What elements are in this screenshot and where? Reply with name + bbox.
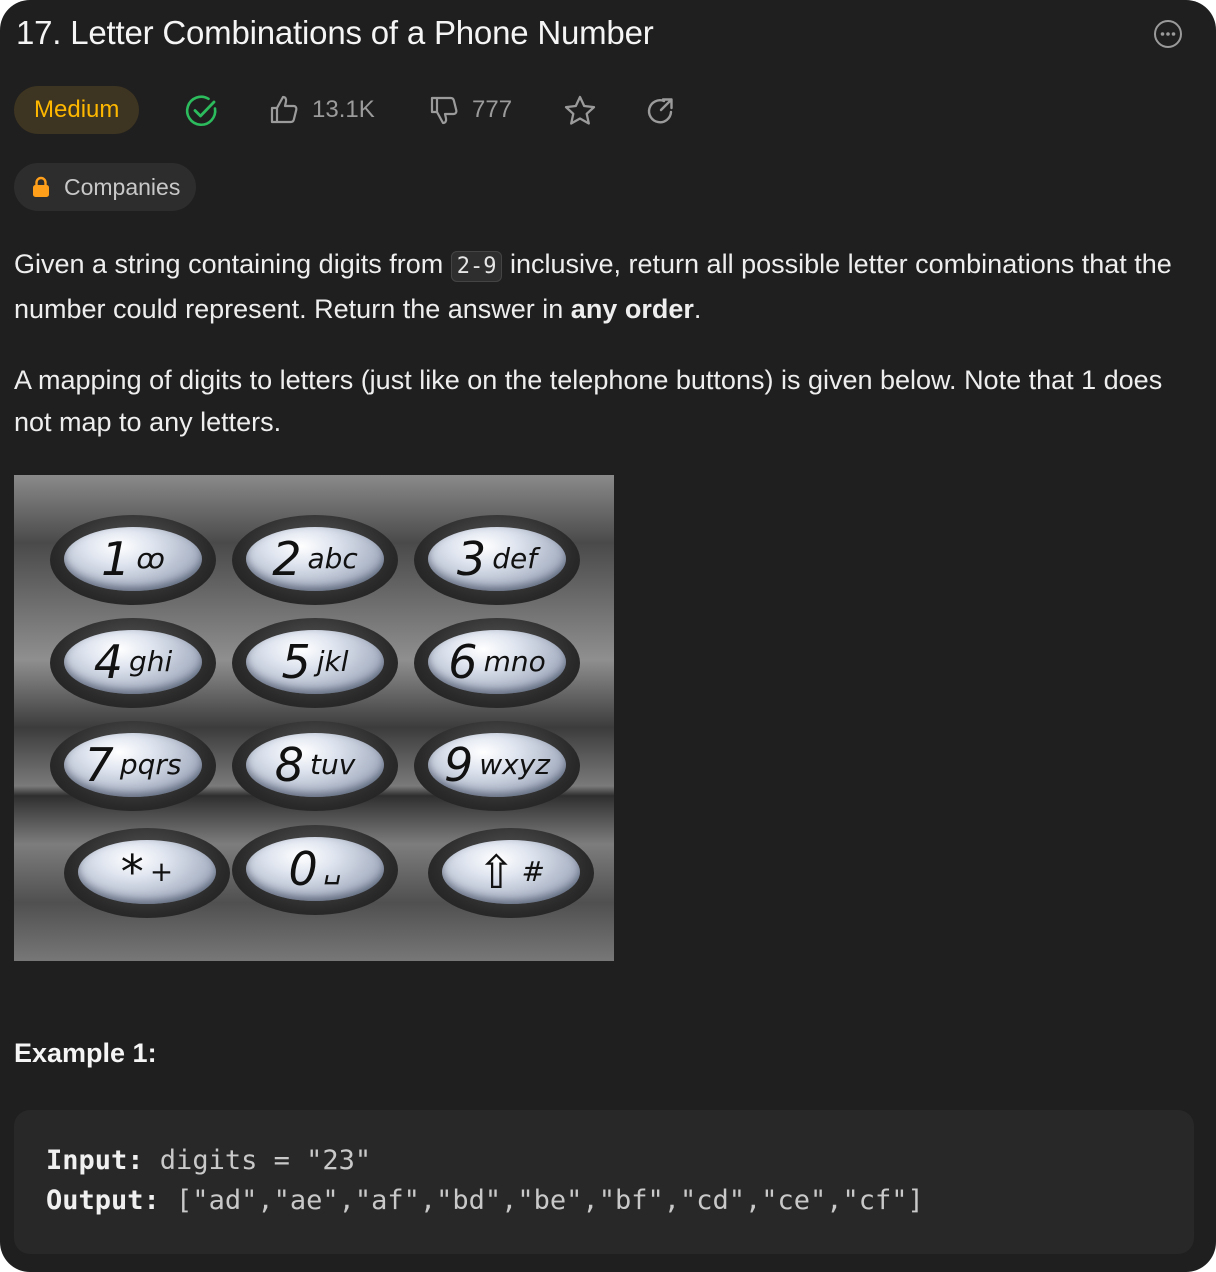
- example-1-box: Input: digits = "23" Output: ["ad","ae",…: [14, 1110, 1194, 1254]
- key-letters: +: [149, 855, 174, 888]
- keypad-key-2: 2 abc: [246, 527, 384, 591]
- problem-panel: 17. Letter Combinations of a Phone Numbe…: [0, 0, 1216, 1272]
- key-letters: mno: [483, 645, 546, 678]
- key-digit: 9: [443, 738, 474, 792]
- description-paragraph-1: Given a string containing digits from 2-…: [14, 243, 1194, 330]
- keypad-key-8: 8 tuv: [246, 733, 384, 797]
- key-digit: 1: [101, 532, 131, 586]
- input-label: Input:: [46, 1145, 144, 1176]
- keypad-key-9: 9 wxyz: [428, 733, 566, 797]
- key-letters: abc: [307, 542, 358, 575]
- key-letters: jkl: [316, 645, 349, 678]
- keypad-key-3: 3 def: [428, 527, 566, 591]
- key-digit: *: [120, 845, 144, 899]
- companies-button[interactable]: Companies: [14, 163, 197, 211]
- key-letters: ꝏ: [136, 542, 165, 575]
- description-text: Given a string containing digits from: [14, 249, 451, 279]
- key-digit: 0: [288, 842, 318, 896]
- output-label: Output:: [46, 1185, 160, 1216]
- keypad-key-star: * +: [78, 840, 216, 904]
- key-digit: 6: [448, 635, 478, 689]
- dislike-button[interactable]: 777: [428, 92, 512, 128]
- thumbs-down-icon: [430, 96, 458, 125]
- key-digit: 8: [274, 738, 304, 792]
- input-value: digits = "23": [143, 1145, 372, 1176]
- any-order-emphasis: any order: [570, 294, 694, 324]
- key-letters: ghi: [128, 645, 173, 678]
- star-icon[interactable]: [562, 93, 598, 129]
- key-letters: #: [521, 855, 545, 888]
- telephone-keypad-image: 1ꝏ 2 abc 3 def 4 ghi 5 jkl 6 mno 7 pqrs 8 tuv 9…: [14, 475, 614, 961]
- keypad-key-1: 1ꝏ: [64, 527, 202, 591]
- key-digit: 7: [84, 738, 114, 792]
- key-digit: 4: [93, 635, 123, 689]
- solved-check-icon: [185, 95, 217, 127]
- problem-meta-row: Medium 13.1K 777: [14, 86, 714, 134]
- companies-label: Companies: [64, 173, 181, 200]
- keypad-key-7: 7 pqrs: [64, 733, 202, 797]
- like-count: 13.1K: [312, 96, 375, 123]
- key-digit: 3: [456, 532, 487, 586]
- key-letters: pqrs: [119, 748, 182, 781]
- difficulty-badge: Medium: [14, 86, 140, 134]
- share-icon[interactable]: [642, 93, 678, 129]
- description-paragraph-2: A mapping of digits to letters (just lik…: [14, 365, 1163, 437]
- example-1-title: Example 1:: [14, 1038, 157, 1068]
- problem-title: 17. Letter Combinations of a Phone Numbe…: [16, 14, 654, 51]
- thumbs-up-icon: [270, 95, 298, 124]
- key-letters: wxyz: [479, 748, 551, 781]
- output-value: ["ad","ae","af","bd","be","bf","cd","ce"…: [159, 1185, 924, 1216]
- key-digit: 2: [272, 532, 302, 586]
- digit-range-code: 2-9: [450, 251, 503, 282]
- dislike-count: 777: [472, 96, 513, 123]
- key-digit: 5: [281, 635, 311, 689]
- lock-icon: [33, 176, 49, 197]
- keypad-key-hash: ⇧ #: [442, 840, 580, 904]
- like-button[interactable]: 13.1K: [268, 92, 375, 128]
- key-letters: def: [492, 542, 538, 575]
- more-icon: [1154, 20, 1182, 48]
- keypad-key-4: 4 ghi: [64, 630, 202, 694]
- keypad-key-0: 0 ␣: [246, 837, 384, 901]
- key-digit: ⇧: [476, 845, 516, 899]
- description-text: .: [693, 294, 702, 324]
- more-options-button[interactable]: [1153, 19, 1183, 49]
- keypad-key-5: 5 jkl: [246, 630, 384, 694]
- keypad-key-6: 6 mno: [428, 630, 566, 694]
- key-letters: tuv: [309, 748, 356, 781]
- example-input-line: Input: digits = "23": [46, 1141, 371, 1181]
- example-output-line: Output: ["ad","ae","af","bd","be","bf","…: [46, 1181, 924, 1221]
- key-letters: ␣: [323, 852, 342, 885]
